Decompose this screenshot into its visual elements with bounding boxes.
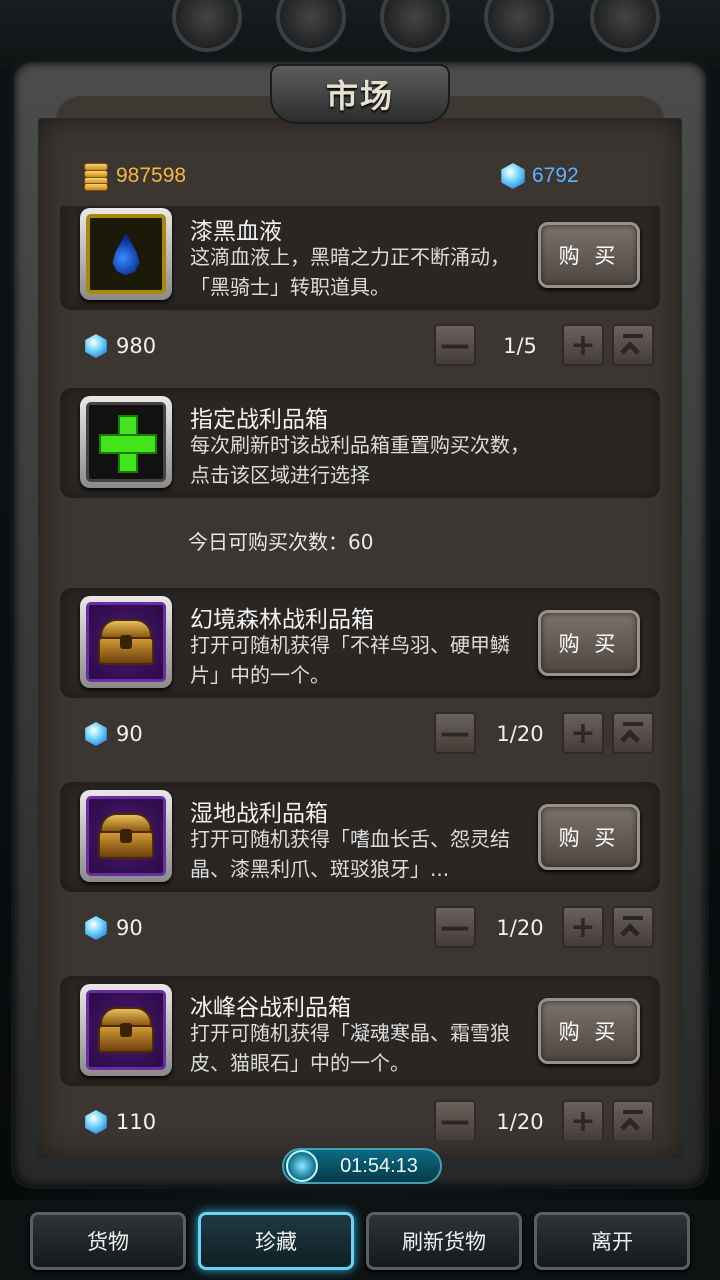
item-description: 打开可随机获得「凝魂寒晶、霜雪狼皮、猫眼石」中的一个。 [190, 1021, 510, 1075]
price-row: 90 — 1/20 + [60, 712, 660, 756]
chest-icon [98, 1007, 154, 1053]
nav-goods-button[interactable]: 货物 [30, 1212, 186, 1270]
gem-amount: 6792 [532, 164, 579, 187]
item-icon-frame[interactable] [80, 208, 172, 300]
top-slot-icon[interactable] [484, 0, 554, 52]
chest-icon [98, 813, 154, 859]
gem-icon [85, 916, 107, 940]
blood-drop-icon [112, 233, 140, 275]
item-icon-frame[interactable] [80, 790, 172, 882]
decrease-button[interactable]: — [434, 712, 476, 754]
nav-treasure-button[interactable]: 珍藏 [198, 1212, 354, 1270]
max-button[interactable] [612, 324, 654, 366]
increase-button[interactable]: + [562, 1100, 604, 1140]
item-icon-frame[interactable] [80, 596, 172, 688]
buy-button[interactable]: 购 买 [538, 222, 640, 288]
gold-coin-icon [82, 161, 110, 191]
item-price: 90 [116, 722, 143, 746]
gem-icon [85, 334, 107, 358]
plus-icon [99, 415, 157, 473]
top-slot-icon[interactable] [276, 0, 346, 52]
purchase-count: 1/5 [503, 334, 537, 358]
gem-display: 6792 [500, 158, 579, 194]
item-price: 980 [116, 334, 157, 358]
chest-icon [98, 619, 154, 665]
nav-leave-button[interactable]: 离开 [534, 1212, 690, 1270]
top-slot-icon[interactable] [380, 0, 450, 52]
gold-display: 987598 [82, 158, 186, 194]
increase-button[interactable]: + [562, 712, 604, 754]
item-description: 打开可随机获得「嗜血长舌、怨灵结晶、漆黑利爪、斑驳狼牙」... [190, 827, 510, 881]
increase-button[interactable]: + [562, 324, 604, 366]
item-icon-frame[interactable] [80, 396, 172, 488]
gem-icon [501, 163, 525, 189]
item-name: 指定战利品箱 [190, 407, 328, 433]
top-toolbar [0, 0, 720, 70]
increase-button[interactable]: + [562, 906, 604, 948]
decrease-button[interactable]: — [434, 906, 476, 948]
title-plate: 市场 [270, 64, 450, 124]
item-icon-frame[interactable] [80, 984, 172, 1076]
item-name: 冰峰谷战利品箱 [190, 995, 351, 1021]
max-button[interactable] [612, 712, 654, 754]
item-list[interactable]: 漆黑血液 这滴血液上，黑暗之力正不断涌动，「黑骑士」转职道具。 购 买 980 … [60, 206, 660, 1140]
purchase-count: 1/20 [496, 916, 544, 940]
refresh-timer: 01:54:13 [282, 1148, 442, 1184]
item-name: 幻境森林战利品箱 [190, 607, 374, 633]
item-price: 90 [116, 916, 143, 940]
gold-amount: 987598 [116, 164, 187, 187]
decrease-button[interactable]: — [434, 1100, 476, 1140]
purchase-count: 1/20 [496, 722, 544, 746]
max-button[interactable] [612, 1100, 654, 1140]
item-name: 漆黑血液 [190, 219, 282, 245]
gem-icon [85, 722, 107, 746]
buy-button[interactable]: 购 买 [538, 998, 640, 1064]
price-row: 110 — 1/20 + [60, 1100, 660, 1140]
item-description: 每次刷新时该战利品箱重置购买次数，点击该区域进行选择 [190, 433, 530, 487]
bottom-nav: 货物 珍藏 刷新货物 离开 [0, 1200, 720, 1280]
item-name: 湿地战利品箱 [190, 801, 328, 827]
nav-refresh-button[interactable]: 刷新货物 [366, 1212, 522, 1270]
price-row: 90 — 1/20 + [60, 906, 660, 950]
item-description: 这滴血液上，黑暗之力正不断涌动，「黑骑士」转职道具。 [190, 245, 510, 299]
top-slot-icon[interactable] [590, 0, 660, 52]
daily-purchase-limit: 今日可购买次数：60 [188, 530, 374, 554]
price-row: 980 — 1/5 + [60, 324, 660, 368]
timer-text: 01:54:13 [340, 1154, 418, 1177]
item-price: 110 [116, 1110, 157, 1134]
max-button[interactable] [612, 906, 654, 948]
gem-icon [85, 1110, 107, 1134]
page-title: 市场 [325, 77, 394, 115]
decrease-button[interactable]: — [434, 324, 476, 366]
buy-button[interactable]: 购 买 [538, 610, 640, 676]
item-description: 打开可随机获得「不祥鸟羽、硬甲鳞片」中的一个。 [190, 633, 510, 687]
top-slot-icon[interactable] [172, 0, 242, 52]
purchase-count: 1/20 [496, 1110, 544, 1134]
clock-icon [286, 1150, 318, 1182]
buy-button[interactable]: 购 买 [538, 804, 640, 870]
